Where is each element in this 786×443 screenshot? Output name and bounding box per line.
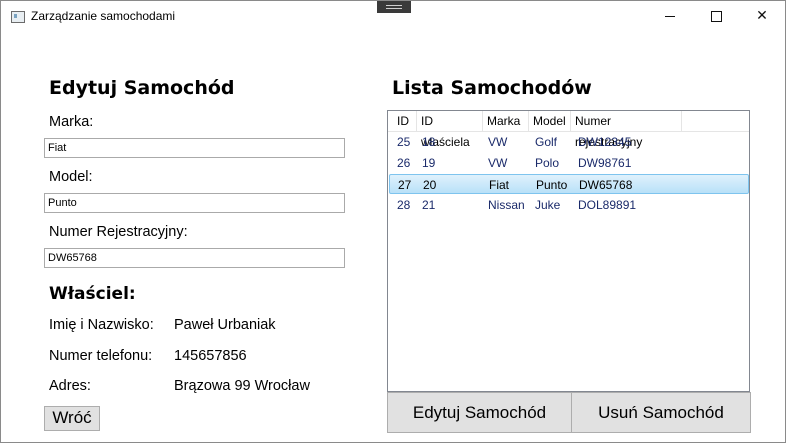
owner-heading: Właściel:	[49, 284, 136, 304]
delete-car-button[interactable]: Usuń Samochód	[571, 392, 751, 433]
registration-label: Numer Rejestracyjny:	[49, 224, 188, 240]
owner-phone-value: 145657856	[174, 348, 247, 364]
cell-registration: DW65768	[579, 178, 633, 192]
maximize-button[interactable]	[693, 1, 739, 31]
cell-marka: Nissan	[488, 198, 525, 212]
back-button[interactable]: Wróć	[44, 406, 100, 431]
title-bar: Zarządzanie samochodami ✕	[1, 1, 785, 31]
marka-label: Marka:	[49, 114, 94, 130]
drag-grip-icon[interactable]	[377, 1, 411, 13]
registration-field[interactable]: DW65768	[44, 248, 345, 268]
minimize-button[interactable]	[647, 1, 693, 31]
cell-owner-id: 19	[422, 156, 436, 170]
app-icon	[11, 11, 25, 23]
cell-id: 27	[398, 178, 412, 192]
owner-address-label: Adres:	[49, 378, 91, 394]
cell-model: Punto	[536, 178, 568, 192]
cell-marka: VW	[488, 135, 508, 149]
owner-address-value: Brązowa 99 Wrocław	[174, 378, 310, 394]
table-row[interactable]: 27 20 Fiat Punto DW65768	[389, 174, 749, 194]
cell-registration: DW12345	[578, 135, 632, 149]
cell-owner-id: 20	[423, 178, 437, 192]
cell-id: 28	[397, 198, 411, 212]
owner-name-label: Imię i Nazwisko:	[49, 317, 154, 333]
cars-listview[interactable]: ID ID właściela Marka Model Numer rejest…	[387, 110, 750, 392]
table-row[interactable]: 28 21 Nissan Juke DOL89891	[388, 195, 749, 215]
edit-car-button[interactable]: Edytuj Samochód	[387, 392, 572, 433]
table-row[interactable]: 26 19 VW Polo DW98761	[388, 153, 749, 173]
main-window: Zarządzanie samochodami ✕ Edytuj Samochó…	[0, 0, 786, 443]
minimize-icon	[665, 15, 675, 17]
list-heading: Lista Samochodów	[392, 77, 592, 99]
maximize-icon	[710, 10, 722, 22]
close-icon: ✕	[756, 8, 768, 24]
cell-owner-id: 18	[422, 135, 436, 149]
cell-marka: Fiat	[489, 178, 510, 192]
cell-model: Golf	[535, 135, 558, 149]
edit-heading: Edytuj Samochód	[49, 77, 235, 99]
cell-model: Juke	[535, 198, 561, 212]
column-header-marka[interactable]: Marka	[483, 111, 529, 131]
cell-id: 26	[397, 156, 411, 170]
column-header-model[interactable]: Model	[529, 111, 571, 131]
close-button[interactable]: ✕	[739, 1, 785, 31]
owner-name-value: Paweł Urbaniak	[174, 317, 276, 333]
marka-field[interactable]: Fiat	[44, 138, 345, 158]
cell-registration: DOL89891	[578, 198, 637, 212]
model-label: Model:	[49, 169, 93, 185]
column-header-owner-id[interactable]: ID właściela	[417, 111, 483, 149]
window-title: Zarządzanie samochodami	[31, 9, 176, 23]
cell-model: Polo	[535, 156, 560, 170]
column-header-registration[interactable]: Numer rejestracyjny	[571, 111, 682, 149]
cell-marka: VW	[488, 156, 508, 170]
column-header-id[interactable]: ID	[393, 111, 417, 131]
cell-id: 25	[397, 135, 411, 149]
cell-owner-id: 21	[422, 198, 436, 212]
cell-registration: DW98761	[578, 156, 632, 170]
model-field[interactable]: Punto	[44, 193, 345, 213]
owner-phone-label: Numer telefonu:	[49, 348, 153, 364]
table-row[interactable]: 25 18 VW Golf DW12345	[388, 132, 749, 152]
